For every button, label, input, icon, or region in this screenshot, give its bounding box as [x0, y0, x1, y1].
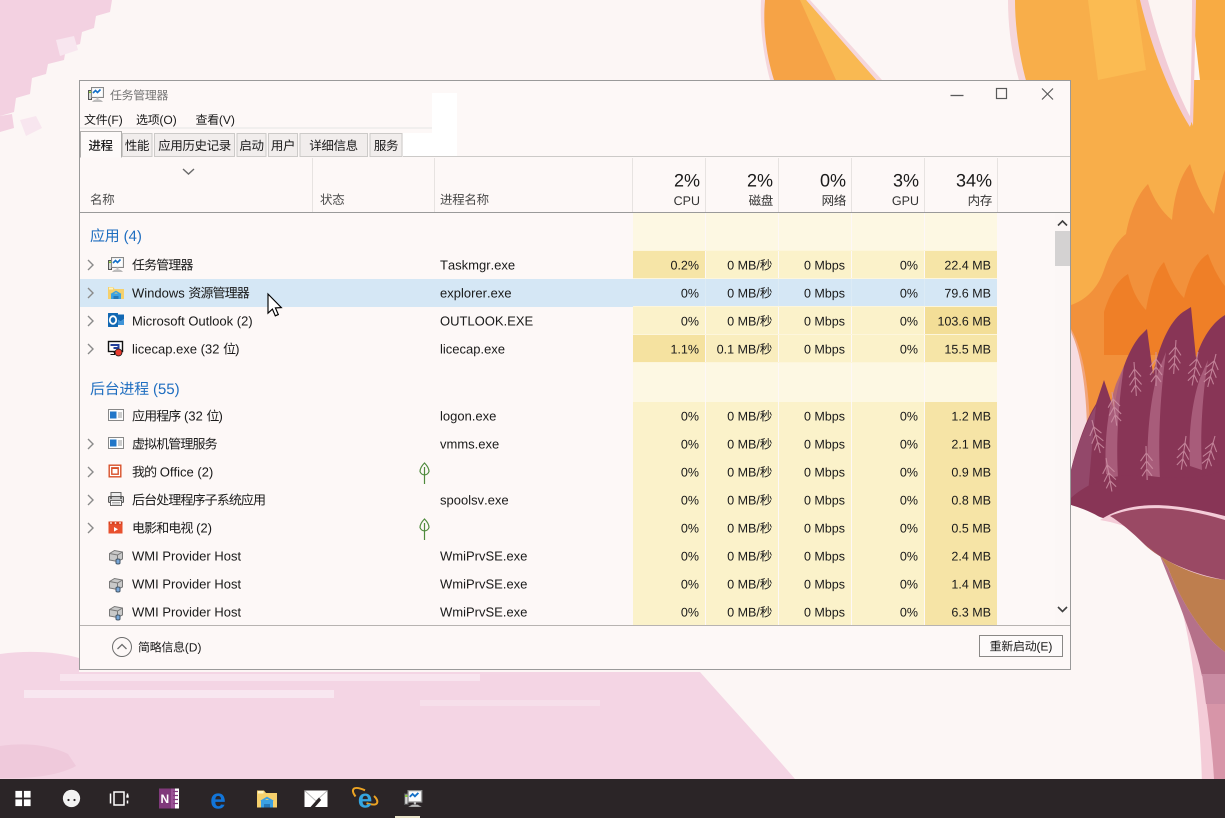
svg-text:N: N [161, 792, 170, 806]
